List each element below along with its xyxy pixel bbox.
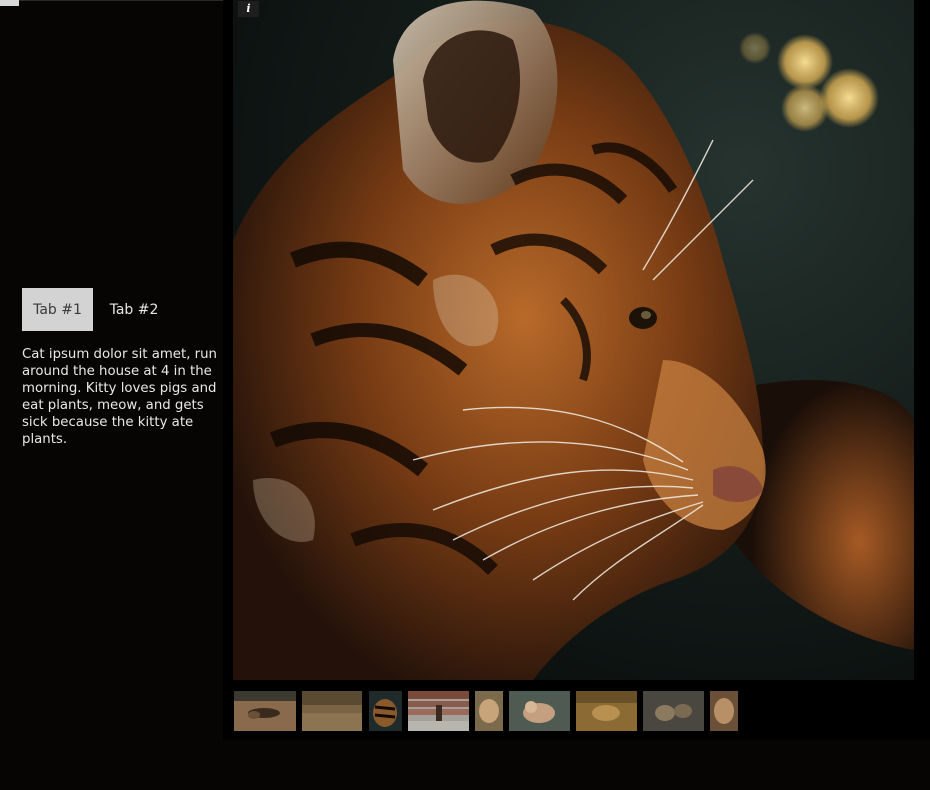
grass-field-thumbnail[interactable]	[302, 691, 362, 731]
top-left-marker	[0, 0, 19, 6]
image-gallery: i	[223, 0, 930, 740]
tab-1[interactable]: Tab #1	[22, 288, 93, 331]
tab-2[interactable]: Tab #2	[93, 288, 175, 331]
tab-list: Tab #1 Tab #2	[22, 288, 175, 331]
leopard-in-grass-thumbnail[interactable]	[576, 691, 637, 731]
tiger-cub-thumbnail[interactable]	[369, 691, 402, 731]
cat-on-steps-thumbnail[interactable]	[408, 691, 469, 731]
lion-cubs-lying-thumbnail[interactable]	[234, 691, 296, 731]
info-button[interactable]: i	[238, 1, 259, 17]
page: Tab #1 Tab #2 Cat ipsum dolor sit amet, …	[0, 0, 930, 790]
lion-cub-thumbnail[interactable]	[475, 691, 503, 731]
cubs-on-rocks-thumbnail[interactable]	[643, 691, 704, 731]
lion-cub-face-thumbnail[interactable]	[710, 691, 738, 731]
tiger-cub-photo[interactable]	[233, 0, 914, 680]
tab-content-text: Cat ipsum dolor sit amet, run around the…	[22, 347, 217, 447]
lion-resting-thumbnail[interactable]	[509, 691, 570, 731]
